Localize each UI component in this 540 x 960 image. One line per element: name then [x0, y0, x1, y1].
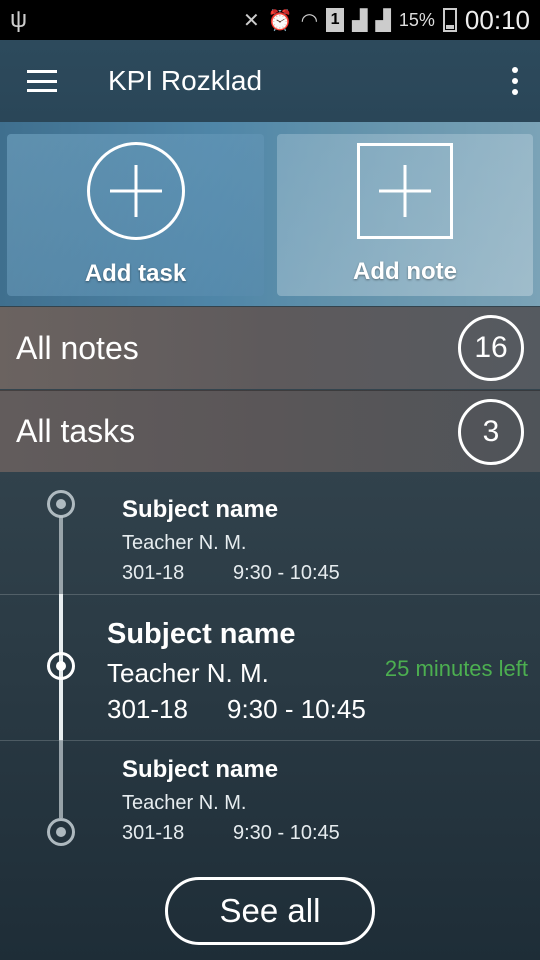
sim-indicator: 1 — [326, 8, 345, 32]
add-note-label: Add note — [353, 258, 457, 285]
status-bar: ψ ✕ ⏰ ◠ 1 ▟ ▟ 15% 00:10 — [0, 0, 540, 40]
tasks-count-badge: 3 — [458, 398, 524, 465]
add-task-button[interactable]: Add task — [7, 134, 264, 296]
lesson-room: 301-18 — [107, 694, 188, 724]
lesson-item[interactable]: Subject name Teacher N. M. 301-18 9:30 -… — [0, 740, 540, 860]
wifi-icon: ◠ — [300, 9, 319, 32]
lesson-subject: Subject name — [122, 756, 279, 783]
all-notes-row[interactable]: All notes 16 — [0, 307, 540, 389]
add-box-icon — [357, 143, 453, 239]
app-title: KPI Rozklad — [108, 65, 263, 96]
schedule-timeline: Subject name Teacher N. M. 301-18 9:30 -… — [0, 474, 540, 874]
usb-icon: ψ — [10, 6, 28, 33]
all-tasks-label: All tasks — [16, 413, 136, 449]
quick-actions: Add task Add note — [0, 122, 540, 306]
battery-icon — [442, 8, 457, 32]
see-all-button[interactable]: See all — [165, 877, 375, 945]
battery-percent: 15% — [398, 9, 435, 30]
lesson-time: 9:30 - 10:45 — [233, 822, 340, 844]
mute-icon: ✕ — [242, 9, 260, 32]
all-tasks-row[interactable]: All tasks 3 — [0, 390, 540, 472]
lesson-time: 9:30 - 10:45 — [227, 694, 366, 724]
lesson-teacher: Teacher N. M. — [122, 792, 247, 814]
lesson-subject: Subject name — [122, 496, 279, 523]
lesson-teacher: Teacher N. M. — [122, 532, 247, 554]
signal-icon-2: ▟ — [375, 9, 391, 32]
notes-count-badge: 16 — [458, 315, 524, 381]
lesson-item[interactable]: Subject name Teacher N. M. 301-18 9:30 -… — [0, 474, 540, 594]
lesson-room: 301-18 — [122, 822, 185, 844]
more-vert-icon[interactable] — [490, 40, 540, 122]
app-bar: KPI Rozklad — [0, 40, 540, 122]
lesson-teacher: Teacher N. M. — [107, 658, 269, 688]
lesson-item-current[interactable]: Subject name Teacher N. M. 301-18 9:30 -… — [0, 594, 540, 740]
menu-button[interactable] — [0, 40, 84, 122]
status-icons: ✕ ⏰ ◠ 1 ▟ ▟ 15% 00:10 — [243, 5, 530, 36]
all-notes-label: All notes — [16, 329, 139, 366]
time-left-label: 25 minutes left — [384, 656, 528, 681]
status-time: 00:10 — [464, 4, 530, 35]
signal-icon: ▟ — [352, 9, 368, 32]
add-note-button[interactable]: Add note — [277, 134, 533, 296]
lesson-room: 301-18 — [122, 562, 185, 584]
lesson-subject: Subject name — [107, 618, 296, 650]
hamburger-icon — [27, 70, 57, 92]
alarm-icon: ⏰ — [267, 9, 293, 32]
lesson-time: 9:30 - 10:45 — [233, 562, 340, 584]
add-task-label: Add task — [84, 260, 187, 287]
add-circle-icon — [86, 142, 185, 240]
